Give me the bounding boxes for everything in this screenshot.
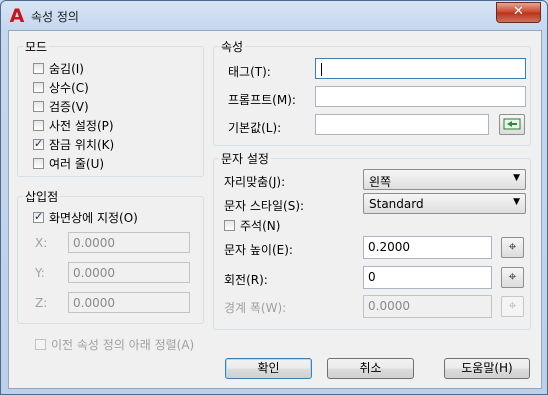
tag-label: 태그(T): (228, 65, 271, 79)
chevron-down-icon: ▼ (513, 173, 520, 183)
z-label: Z: (35, 296, 48, 310)
preset-label: 사전 설정(P) (49, 119, 114, 133)
help-button[interactable]: 도움말(H) (444, 358, 530, 379)
y-label: Y: (35, 266, 45, 280)
close-button[interactable]: ✕ (496, 2, 541, 23)
prompt-input[interactable] (315, 86, 526, 107)
title-bar[interactable]: A 속성 정의 ✕ (1, 1, 547, 31)
cancel-button[interactable]: 취소 (327, 358, 414, 379)
tag-input[interactable] (315, 58, 526, 79)
constant-label: 상수(C) (49, 81, 89, 95)
lock-position-label: 잠금 위치(K) (49, 138, 115, 152)
text-caret (321, 63, 322, 76)
mode-group: 모드 (17, 38, 204, 177)
prompt-label: 프롬프트(M): (228, 93, 296, 107)
crosshair-icon: ⌖ (508, 298, 517, 314)
justification-label: 자리맞춤(J): (224, 175, 286, 189)
window-title: 속성 정의 (31, 10, 79, 24)
default-input[interactable] (315, 114, 489, 135)
multiple-lines-checkbox[interactable] (33, 158, 44, 169)
x-label: X: (35, 236, 48, 250)
verify-label: 검증(V) (49, 100, 89, 114)
ok-button[interactable]: 확인 (225, 358, 312, 379)
hidden-label: 숨김(I) (49, 62, 84, 76)
align-below-label: 이전 속성 정의 아래 정렬(A) (51, 338, 195, 352)
boundary-width-label: 경계 폭(W): (224, 301, 287, 315)
text-style-label: 문자 스타일(S): (224, 199, 305, 213)
y-input[interactable]: 0.0000 (68, 262, 190, 283)
crosshair-icon: ⌖ (508, 269, 517, 285)
mode-group-title: 모드 (23, 38, 50, 55)
specify-on-screen-checkbox[interactable] (33, 210, 44, 223)
text-style-value: Standard (369, 197, 424, 211)
rotation-input[interactable]: 0 (363, 266, 492, 289)
preset-checkbox[interactable] (33, 120, 44, 131)
attribute-definition-dialog: A 속성 정의 ✕ 모드 숨김(I) 상수(C) 검증(V) 사전 설정(P) … (0, 0, 548, 395)
annotative-checkbox[interactable] (224, 220, 235, 231)
annotative-label: 주석(N) (240, 219, 281, 233)
crosshair-icon: ⌖ (508, 239, 517, 255)
specify-on-screen-label: 화면상에 지정(O) (49, 211, 138, 225)
pick-rotation-button[interactable]: ⌖ (501, 267, 524, 288)
pick-boundary-button[interactable]: ⌖ (501, 296, 524, 317)
lock-position-checkbox[interactable] (33, 137, 44, 150)
constant-checkbox[interactable] (33, 82, 44, 93)
rotation-label: 회전(R): (224, 273, 268, 287)
dialog-client-area: 모드 숨김(I) 상수(C) 검증(V) 사전 설정(P) 잠금 위치(K) 여… (8, 30, 542, 389)
boundary-width-input[interactable]: 0.0000 (363, 295, 492, 318)
justification-select[interactable]: 왼쪽 ▼ (363, 169, 526, 190)
hidden-checkbox[interactable] (33, 63, 44, 74)
justification-value: 왼쪽 (369, 175, 392, 189)
multiple-lines-label: 여러 줄(U) (49, 157, 105, 171)
insert-field-button[interactable] (499, 114, 525, 135)
default-label: 기본값(L): (228, 121, 282, 135)
text-style-select[interactable]: Standard ▼ (363, 193, 526, 214)
x-input[interactable]: 0.0000 (68, 232, 190, 253)
z-input[interactable]: 0.0000 (68, 292, 190, 313)
pick-height-button[interactable]: ⌖ (501, 237, 524, 258)
chevron-down-icon: ▼ (513, 197, 520, 207)
verify-checkbox[interactable] (33, 101, 44, 112)
align-below-checkbox[interactable] (35, 339, 46, 350)
text-height-label: 문자 높이(E): (224, 243, 293, 257)
insertion-point-group-title: 삽입점 (23, 188, 61, 205)
attribute-group-title: 속성 (219, 38, 246, 55)
insert-field-icon (503, 118, 521, 130)
text-height-input[interactable]: 0.2000 (363, 236, 492, 259)
autocad-logo-icon: A (9, 5, 25, 27)
text-settings-group-title: 문자 설정 (219, 150, 271, 167)
